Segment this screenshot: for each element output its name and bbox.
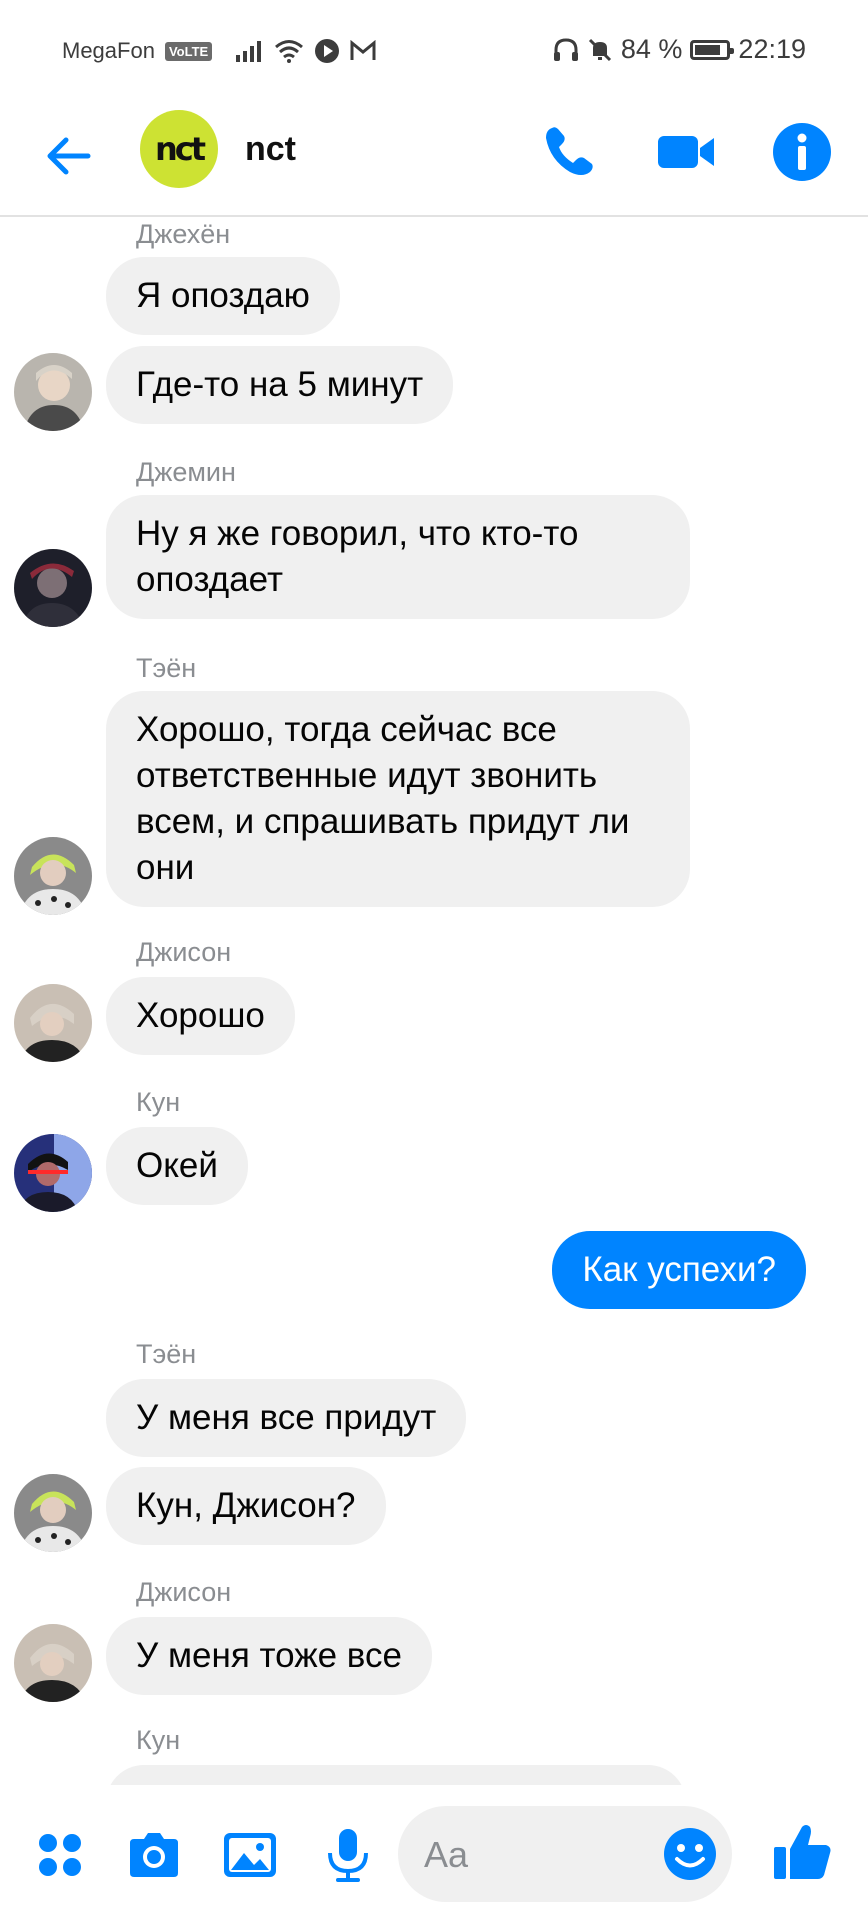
- headphones-icon: [553, 37, 578, 61]
- message-bubble[interactable]: Окей: [106, 1127, 248, 1205]
- group-avatar[interactable]: nct: [140, 110, 218, 188]
- signal-icon: [236, 41, 262, 62]
- sender-name: Джемин: [136, 457, 236, 487]
- my-message-bubble[interactable]: Как успехи?: [552, 1231, 806, 1309]
- status-bar: MegaFon VoLTE 84 % 22:19: [0, 0, 868, 100]
- message-bubble[interactable]: Ну я же говорил, что кто-то опоздает: [106, 495, 690, 619]
- mute-bell-icon: [588, 38, 611, 61]
- message-composer: Aa: [0, 1785, 868, 1920]
- video-camera-icon[interactable]: [654, 120, 718, 184]
- chat-title[interactable]: nct: [245, 130, 296, 169]
- chat-header: nct nct: [0, 100, 868, 217]
- sender-name: Кун: [136, 1087, 181, 1117]
- menu-dots-icon[interactable]: [30, 1825, 90, 1885]
- wifi-icon: [275, 40, 304, 63]
- gallery-icon[interactable]: [220, 1825, 280, 1885]
- volte-badge: VoLTE: [164, 41, 213, 61]
- sender-name: Кун: [136, 1725, 181, 1755]
- clock: 22:19: [738, 34, 806, 64]
- battery-percent: 84 %: [620, 34, 683, 64]
- back-arrow-icon[interactable]: [40, 126, 100, 186]
- message-bubble[interactable]: Где-то на 5 минут: [106, 346, 454, 424]
- message-bubble[interactable]: Хорошо: [106, 977, 295, 1055]
- carrier-name: MegaFon: [62, 38, 155, 63]
- info-icon[interactable]: [770, 120, 834, 184]
- avatar[interactable]: [14, 837, 92, 915]
- sender-name: Тэён: [136, 1339, 197, 1369]
- message-bubble[interactable]: Кун, Джисон?: [106, 1467, 386, 1545]
- phone-icon[interactable]: [538, 120, 602, 184]
- avatar[interactable]: [14, 1474, 92, 1552]
- message-bubble-partial[interactable]: [106, 1765, 686, 1785]
- message-bubble[interactable]: Хорошо, тогда сейчас все ответственные и…: [106, 691, 690, 907]
- group-avatar-logo: nct: [154, 130, 206, 168]
- camera-icon[interactable]: [124, 1825, 184, 1885]
- sender-name: Тэён: [136, 653, 197, 683]
- message-bubble[interactable]: У меня все придут: [106, 1379, 467, 1457]
- sender-name: Джехён: [136, 219, 231, 249]
- mail-icon: [350, 40, 376, 60]
- avatar[interactable]: [14, 549, 92, 627]
- sender-name: Джисон: [136, 937, 232, 967]
- avatar[interactable]: [14, 1624, 92, 1702]
- play-icon: [315, 39, 340, 63]
- thumbs-up-icon[interactable]: [770, 1819, 836, 1885]
- message-bubble[interactable]: У меня тоже все: [106, 1617, 432, 1695]
- battery-icon: [690, 39, 735, 60]
- emoji-icon[interactable]: [662, 1826, 718, 1882]
- message-input-placeholder: Aa: [424, 1834, 469, 1875]
- message-list[interactable]: Джехён Я опоздаю Где-то на 5 минут Джеми…: [0, 217, 868, 1785]
- message-bubble[interactable]: Я опоздаю: [106, 257, 340, 335]
- microphone-icon[interactable]: [318, 1825, 378, 1885]
- avatar[interactable]: [14, 984, 92, 1062]
- sender-name: Джисон: [136, 1577, 232, 1607]
- avatar[interactable]: [14, 353, 92, 431]
- avatar[interactable]: [14, 1134, 92, 1212]
- message-input[interactable]: Aa: [398, 1806, 732, 1902]
